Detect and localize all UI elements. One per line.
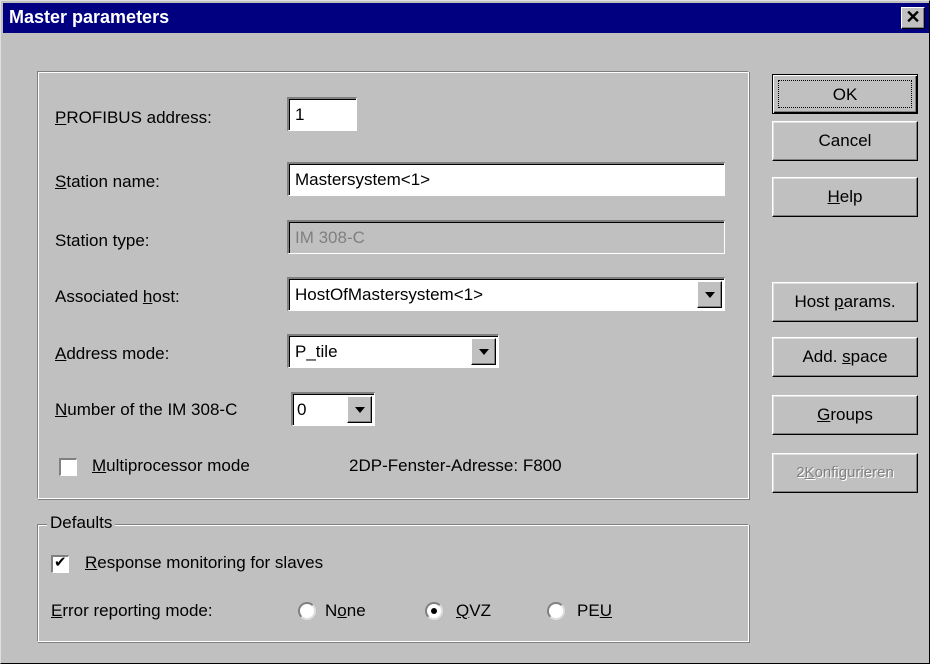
address-mode-label: Address mode: bbox=[55, 344, 170, 363]
im-number-label: Number of the IM 308-C bbox=[55, 400, 238, 419]
station-type-label: Station type: bbox=[55, 231, 150, 250]
configure-button: 2Konfigurieren bbox=[772, 453, 918, 493]
multiprocessor-checkbox[interactable] bbox=[59, 458, 77, 476]
radio-none-label[interactable]: None bbox=[325, 601, 366, 621]
multiprocessor-label[interactable]: Multiprocessor mode bbox=[92, 456, 250, 476]
radio-none[interactable] bbox=[298, 602, 316, 620]
chevron-down-icon[interactable] bbox=[347, 396, 372, 423]
associated-host-select[interactable]: HostOfMastersystem<1> bbox=[287, 277, 725, 311]
chevron-down-icon[interactable] bbox=[471, 338, 496, 365]
close-icon: ✕ bbox=[905, 7, 921, 27]
defaults-group bbox=[37, 524, 749, 642]
address-mode-select[interactable]: P_tile bbox=[287, 334, 499, 368]
response-monitoring-label[interactable]: Response monitoring for slaves bbox=[85, 553, 323, 573]
help-button[interactable]: Help bbox=[772, 177, 918, 217]
dialog-title: Master parameters bbox=[9, 7, 170, 27]
groups-button[interactable]: Groups bbox=[772, 395, 918, 435]
response-monitoring-checkbox[interactable] bbox=[51, 553, 69, 573]
error-reporting-label: Error reporting mode: bbox=[51, 601, 213, 620]
radio-peu[interactable] bbox=[547, 602, 565, 620]
station-name-label: Station name: bbox=[55, 172, 160, 191]
station-name-input[interactable]: Mastersystem<1> bbox=[287, 162, 725, 196]
profibus-address-label: PROFIBUS address: bbox=[55, 108, 212, 127]
close-button[interactable]: ✕ bbox=[901, 7, 925, 29]
associated-host-label: Associated host: bbox=[55, 287, 180, 306]
radio-qvz-label[interactable]: QVZ bbox=[456, 601, 491, 621]
host-params-button[interactable]: Host params. bbox=[772, 282, 918, 322]
cancel-button[interactable]: Cancel bbox=[772, 121, 918, 161]
radio-qvz[interactable] bbox=[425, 602, 443, 620]
profibus-address-input[interactable]: 1 bbox=[287, 97, 357, 131]
station-type-field: IM 308-C bbox=[287, 220, 725, 254]
chevron-down-icon[interactable] bbox=[697, 281, 722, 308]
title-bar[interactable]: Master parameters ✕ bbox=[3, 3, 929, 33]
radio-peu-label[interactable]: PEU bbox=[577, 601, 612, 621]
window-address-text: 2DP-Fenster-Adresse: F800 bbox=[349, 456, 562, 475]
im-number-select[interactable]: 0 bbox=[291, 392, 375, 426]
add-space-button[interactable]: Add. space bbox=[772, 337, 918, 377]
defaults-legend: Defaults bbox=[47, 513, 116, 533]
ok-button[interactable]: OK bbox=[772, 74, 918, 114]
master-parameters-dialog: Master parameters ✕ PROFIBUS address: 1 … bbox=[0, 0, 930, 664]
